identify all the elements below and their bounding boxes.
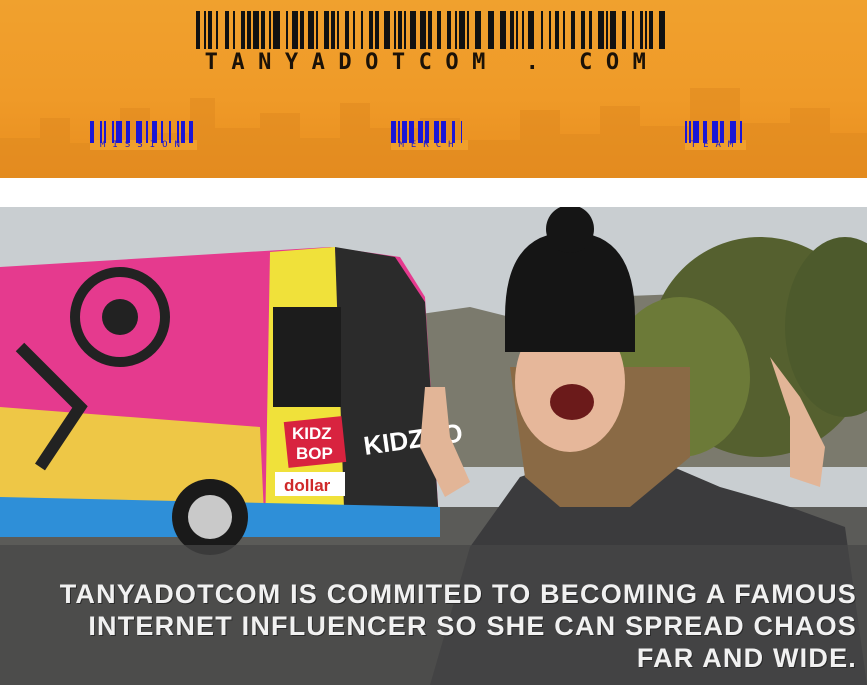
barcode-icon bbox=[391, 121, 468, 143]
barcode-stripe bbox=[665, 11, 667, 49]
barcode-logo-icon[interactable] bbox=[196, 11, 668, 49]
nav-item-merch[interactable]: MERCH bbox=[391, 121, 468, 150]
barcode-stripe bbox=[462, 121, 467, 143]
nav-item-mission[interactable]: MISSION bbox=[90, 121, 197, 150]
tour-bus: KIDZ BOP dollar KIDZBO bbox=[0, 247, 465, 555]
barcode-stripe bbox=[193, 121, 197, 143]
barcode-icon bbox=[90, 121, 197, 143]
bus-sign-kidz: KIDZ bbox=[292, 424, 332, 443]
nav-item-team[interactable]: TEAM bbox=[685, 121, 746, 150]
mission-statement: TANYADOTCOM IS COMMITED TO BECOMING A FA… bbox=[59, 579, 857, 673]
bus-sign-bop: BOP bbox=[296, 444, 333, 463]
header-spacer bbox=[0, 178, 867, 207]
site-title[interactable]: TANYADOTCOM . COM bbox=[196, 50, 668, 75]
barcode-stripe bbox=[742, 121, 746, 143]
site-header: TANYADOTCOM . COM MISSION MERCH TEAM bbox=[0, 0, 867, 178]
bus-brand: dollar bbox=[284, 476, 331, 495]
barcode-icon bbox=[685, 121, 746, 143]
